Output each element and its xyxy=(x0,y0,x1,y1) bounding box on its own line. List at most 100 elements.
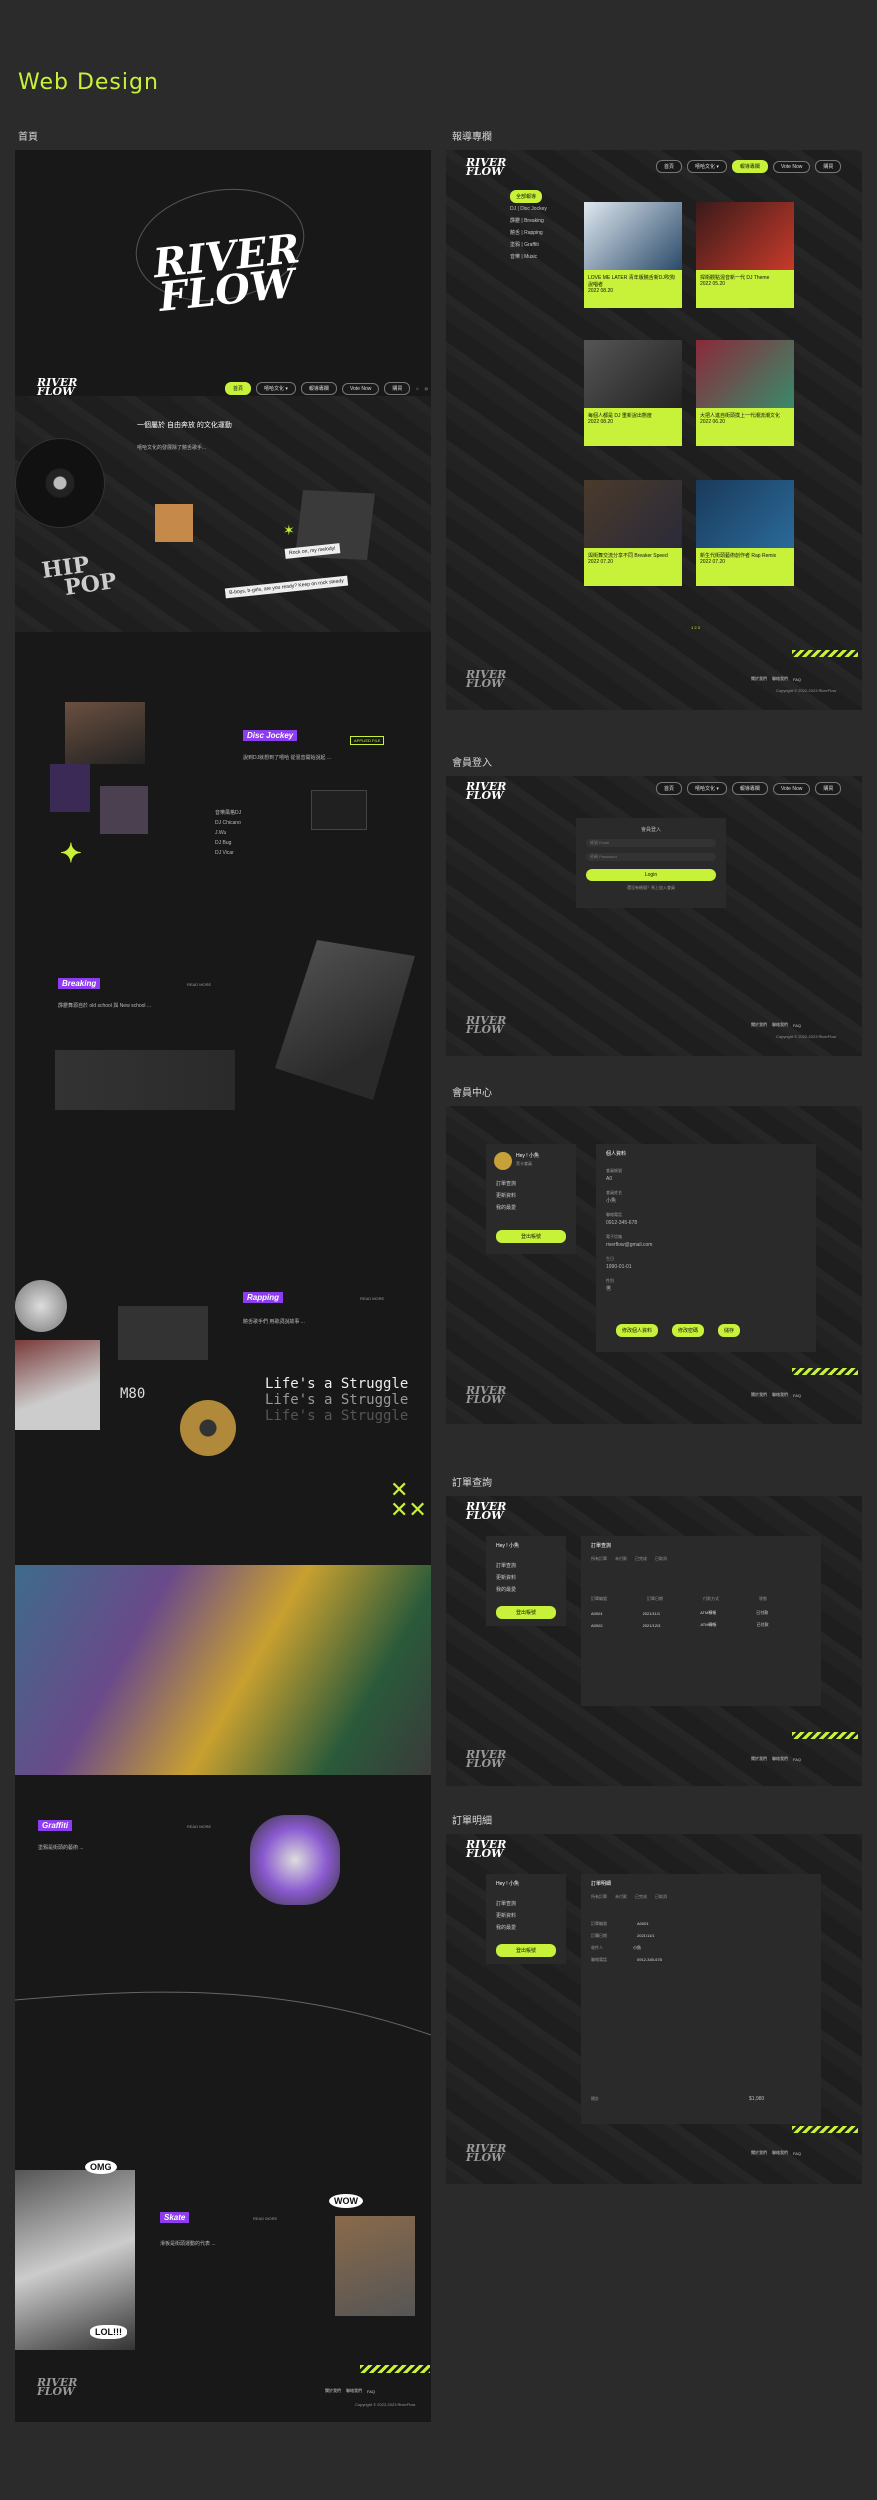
nav-home[interactable]: 首頁 xyxy=(656,782,683,795)
footer-contact[interactable]: 聯絡我們 xyxy=(772,1392,788,1398)
category-graffiti[interactable]: 塗鴉 | Graffiti xyxy=(510,241,565,248)
nav-vote[interactable]: Vote Now xyxy=(772,160,811,173)
nav-logo[interactable]: RIVER FLOW xyxy=(37,377,77,397)
order-logo[interactable]: RIVER FLOW xyxy=(466,1501,506,1521)
report-card-1[interactable]: LOVE ME LATER 青年版饒舌新DJ吹狗說唱者 2022 08.20 xyxy=(584,202,682,308)
signup-link[interactable]: 還沒有帳號？馬上加入會員 xyxy=(576,885,726,891)
tab-unpaid[interactable]: 未付款 xyxy=(615,1556,627,1562)
section-label-order-detail: 訂單明細 xyxy=(452,1816,492,1827)
email-field[interactable]: 帳號 Email xyxy=(586,839,716,847)
tab-done[interactable]: 已完成 xyxy=(635,1556,647,1562)
graffiti-body: 塗鴉是街頭的藝術 ... xyxy=(38,1845,84,1851)
edit-profile-button[interactable]: 修改個人資料 xyxy=(616,1324,659,1337)
footer-about[interactable]: 關於我們 xyxy=(325,2388,341,2394)
footer-faq[interactable]: FAQ xyxy=(793,2151,801,2156)
footer-logo[interactable]: RIVER FLOW xyxy=(466,1385,506,1405)
logout-button[interactable]: 登出帳號 xyxy=(496,1944,556,1957)
footer-logo[interactable]: RIVER FLOW xyxy=(466,2143,506,2163)
login-button[interactable]: Login xyxy=(586,869,716,881)
pagination[interactable]: 1 2 3 xyxy=(691,625,700,630)
graffiti-more[interactable]: READ MORE xyxy=(187,1824,211,1829)
detail-logo[interactable]: RIVER FLOW xyxy=(466,1839,506,1859)
footer-logo[interactable]: RIVER FLOW xyxy=(466,669,506,689)
dj-label[interactable]: APPLIED FILE xyxy=(350,736,385,745)
category-music[interactable]: 音樂 | Music xyxy=(510,253,565,260)
tab-all[interactable]: 所有訂單 xyxy=(591,1556,607,1562)
tab-unpaid[interactable]: 未付款 xyxy=(615,1894,627,1900)
user-icon[interactable]: ☺ xyxy=(415,386,419,391)
nav-home[interactable]: 首頁 xyxy=(225,382,252,395)
footer-contact[interactable]: 聯絡我們 xyxy=(772,2150,788,2156)
all-reports-tag[interactable]: 全部報導 xyxy=(510,190,543,203)
nav-report[interactable]: 報導專欄 xyxy=(731,160,768,173)
footer-faq[interactable]: FAQ xyxy=(793,677,801,682)
footer-faq[interactable]: FAQ xyxy=(367,2389,375,2394)
footer-faq[interactable]: FAQ xyxy=(793,1757,801,1762)
category-rapping[interactable]: 饒舌 | Rapping xyxy=(510,229,565,236)
section-label-login: 會員登入 xyxy=(452,758,492,769)
tab-all[interactable]: 所有訂單 xyxy=(591,1894,607,1900)
category-dj[interactable]: DJ | Disc Jockey xyxy=(510,206,565,212)
nav-vote[interactable]: Vote Now xyxy=(772,782,811,795)
table-row[interactable]: A0001 2021/11/1 ATM轉帳 已付款 xyxy=(591,1610,768,1616)
menu-favorites[interactable]: 我的最愛 xyxy=(496,1204,516,1211)
footer-logo[interactable]: RIVER FLOW xyxy=(466,1749,506,1769)
nav-buy[interactable]: 購買 xyxy=(815,782,842,795)
menu-update-profile[interactable]: 更新資料 xyxy=(496,1192,516,1199)
footer-faq[interactable]: FAQ xyxy=(793,1023,801,1028)
footer-contact[interactable]: 聯絡我們 xyxy=(772,1756,788,1762)
skate-more[interactable]: READ MORE xyxy=(253,2216,277,2221)
report-logo[interactable]: RIVER FLOW xyxy=(466,157,506,177)
nav-report[interactable]: 報導專欄 xyxy=(731,782,768,795)
breaking-more[interactable]: READ MORE xyxy=(187,982,211,987)
report-card-4[interactable]: 大把人進自街頭撲上一代潮流潮文化 2022 06.20 xyxy=(696,340,794,446)
section-label-order-query: 訂單查詢 xyxy=(452,1478,492,1489)
password-field[interactable]: 密碼 Password xyxy=(586,853,716,861)
footer-about[interactable]: 關於我們 xyxy=(751,1392,767,1398)
footer-logo[interactable]: RIVER FLOW xyxy=(466,1015,506,1035)
menu-update-profile[interactable]: 更新資料 xyxy=(496,1574,516,1581)
footer-contact[interactable]: 聯絡我們 xyxy=(772,1022,788,1028)
footer-logo[interactable]: RIVER FLOW xyxy=(37,2377,77,2397)
nav-report[interactable]: 報導專欄 xyxy=(300,382,337,395)
report-card-6[interactable]: 新生代街頭藝術創作者 Rap Remix 2022 07.20 xyxy=(696,480,794,586)
footer-about[interactable]: 關於我們 xyxy=(751,1756,767,1762)
footer-about[interactable]: 關於我們 xyxy=(751,2150,767,2156)
menu-order-query[interactable]: 訂單查詢 xyxy=(496,1180,516,1187)
tab-cancel[interactable]: 已取消 xyxy=(655,1894,667,1900)
tab-cancel[interactable]: 已取消 xyxy=(655,1556,667,1562)
profile-panel: 個人資料 會員帳號 A0 會員姓名 小魚 聯絡電話 0912-345-678 電子信箱… xyxy=(596,1144,816,1352)
rapping-more[interactable]: READ MORE xyxy=(360,1296,384,1301)
logout-button[interactable]: 登出帳號 xyxy=(496,1606,556,1619)
nav-culture[interactable]: 嘻哈文化 ▾ xyxy=(687,160,727,173)
menu-favorites[interactable]: 我的最愛 xyxy=(496,1924,516,1931)
tab-done[interactable]: 已完成 xyxy=(635,1894,647,1900)
report-card-3[interactable]: 每個人都是 DJ 重新說出態度 2022 08.20 xyxy=(584,340,682,446)
footer-faq[interactable]: FAQ xyxy=(793,1393,801,1398)
cart-icon[interactable]: ◍ xyxy=(424,386,428,391)
category-breaking[interactable]: 霹靂 | Breaking xyxy=(510,217,565,224)
save-button[interactable]: 儲存 xyxy=(718,1324,741,1337)
nav-culture[interactable]: 嘻哈文化 ▾ xyxy=(687,782,727,795)
nav-culture[interactable]: 嘻哈文化 ▾ xyxy=(256,382,296,395)
table-row[interactable]: A0002 2021/12/3 ATM轉帳 已付款 xyxy=(591,1622,769,1628)
microphone-icon xyxy=(15,1280,67,1332)
footer-about[interactable]: 關於我們 xyxy=(751,676,767,682)
menu-update-profile[interactable]: 更新資料 xyxy=(496,1912,516,1919)
report-card-2[interactable]: 捍衛觀點混音新一代 DJ Theme 2022 05.20 xyxy=(696,202,794,308)
nav-vote[interactable]: Vote Now xyxy=(341,382,380,395)
menu-order-query[interactable]: 訂單查詢 xyxy=(496,1562,516,1569)
report-card-5[interactable]: 與街舞交流分享不同 Breaker Speed 2022 07.20 xyxy=(584,480,682,586)
nav-buy[interactable]: 購買 xyxy=(815,160,842,173)
login-logo[interactable]: RIVER FLOW xyxy=(466,781,506,801)
nav-buy[interactable]: 購買 xyxy=(384,382,411,395)
menu-favorites[interactable]: 我的最愛 xyxy=(496,1586,516,1593)
profile-actions: 修改個人資料 修改密碼 儲存 xyxy=(616,1324,741,1337)
change-password-button[interactable]: 修改密碼 xyxy=(672,1324,705,1337)
logout-button[interactable]: 登出帳號 xyxy=(496,1230,566,1243)
menu-order-query[interactable]: 訂單查詢 xyxy=(496,1900,516,1907)
nav-home[interactable]: 首頁 xyxy=(656,160,683,173)
footer-contact[interactable]: 聯絡我們 xyxy=(346,2388,362,2394)
footer-contact[interactable]: 聯絡我們 xyxy=(772,676,788,682)
footer-about[interactable]: 關於我們 xyxy=(751,1022,767,1028)
